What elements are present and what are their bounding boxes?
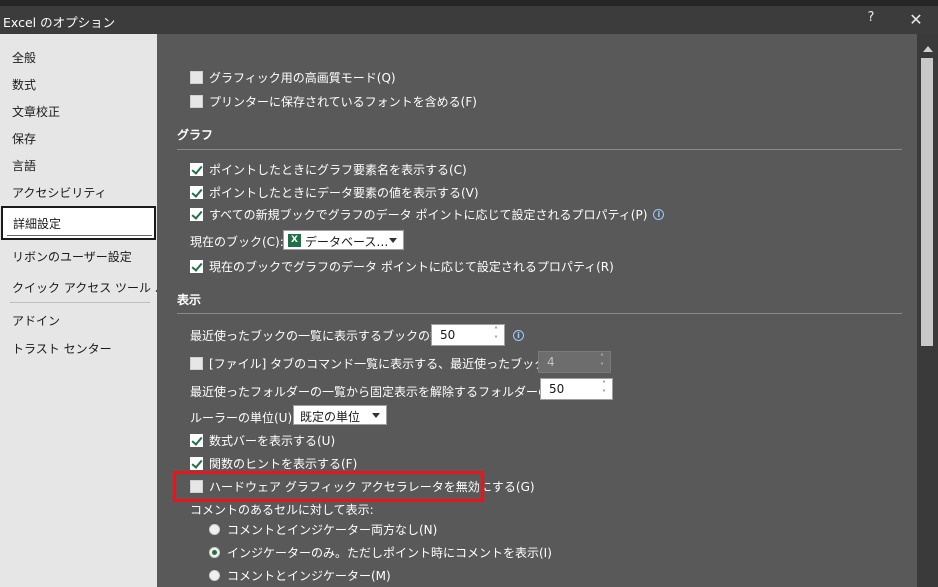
current-book-dropdown[interactable]: X データベース… [283, 230, 404, 250]
checkbox[interactable] [190, 208, 203, 221]
radio-comments-and-indicators[interactable]: コメントとインジケーター(M) [209, 567, 391, 584]
option-label: ポイントしたときにグラフ要素名を表示する(C) [209, 163, 467, 177]
option-all-new-books-props[interactable]: すべての新規ブックでグラフのデータ ポイントに応じて設定されるプロパティ(P) … [190, 206, 665, 223]
radio-no-comments[interactable]: コメントとインジケーター両方なし(N) [209, 521, 437, 538]
sidebar-item-advanced[interactable]: 詳細設定 [1, 206, 156, 240]
option-label: 関数のヒントを表示する(F) [209, 457, 358, 471]
option-formula-bar[interactable]: 数式バーを表示する(U) [190, 432, 335, 449]
info-icon[interactable]: i [513, 330, 524, 341]
radio-indicator-only[interactable]: インジケーターのみ。ただしポイント時にコメントを表示(I) [209, 544, 552, 561]
dropdown-value: データベース… [305, 235, 389, 249]
sidebar-divider [10, 302, 150, 303]
spinner-value: 50 [549, 382, 565, 396]
highlight-annotation-box [173, 471, 484, 502]
option-label: プリンターに保存されているフォントを含める(F) [209, 95, 477, 109]
sidebar-item-proofing[interactable]: 文章校正 [12, 103, 60, 120]
title-bar: Excel のオプション ? ✕ [0, 6, 938, 34]
spinner-arrows-icon: ˄ ˅ [600, 353, 604, 371]
section-heading-display: 表示 [177, 293, 202, 307]
spinner-value: 4 [547, 355, 555, 369]
options-content: グラフィック用の高画質モード(Q) プリンターに保存されているフォントを含める(… [157, 34, 917, 587]
sidebar-item-language[interactable]: 言語 [12, 157, 36, 174]
radio-button[interactable] [209, 524, 220, 535]
scroll-thumb[interactable] [921, 58, 933, 346]
option-label: [ファイル] タブのコマンド一覧に表示する、最近使ったブックの数(Q): [209, 357, 594, 371]
option-label: ポイントしたときにデータ要素の値を表示する(V) [209, 186, 479, 200]
checkbox[interactable] [190, 260, 203, 273]
option-printer-fonts[interactable]: プリンターに保存されているフォントを含める(F) [190, 93, 477, 110]
quick-access-spinner: 4 ˄ ˅ [538, 351, 611, 373]
option-hover-element-name[interactable]: ポイントしたときにグラフ要素名を表示する(C) [190, 161, 467, 178]
help-button[interactable]: ? [861, 10, 881, 30]
option-label: インジケーターのみ。ただしポイント時にコメントを表示(I) [227, 546, 552, 560]
sidebar-item-formulas[interactable]: 数式 [12, 76, 36, 93]
sidebar-item-quick-access[interactable]: クイック アクセス ツール バー [12, 279, 179, 296]
spinner-arrows-icon[interactable]: ˄ ˅ [492, 326, 500, 344]
sidebar-item-addins[interactable]: アドイン [12, 312, 60, 329]
checkbox[interactable] [190, 434, 203, 447]
ruler-units-dropdown[interactable]: 既定の単位 [293, 405, 387, 425]
sidebar-item-save[interactable]: 保存 [12, 130, 36, 147]
option-hover-data-value[interactable]: ポイントしたときにデータ要素の値を表示する(V) [190, 184, 479, 201]
option-label: コメントとインジケーター(M) [227, 569, 391, 583]
window-title: Excel のオプション [3, 15, 116, 30]
sidebar-nav: 全般 数式 文章校正 保存 言語 アクセシビリティ 詳細設定 リボンのユーザー設… [0, 34, 179, 587]
recent-books-label: 最近使ったブックの一覧に表示するブックの数(R): [190, 329, 464, 343]
recent-folders-spinner[interactable]: 50 ˄ ˅ [540, 378, 613, 400]
option-label: 現在のブックでグラフのデータ ポイントに応じて設定されるプロパティ(R) [209, 260, 614, 274]
option-function-tips[interactable]: 関数のヒントを表示する(F) [190, 455, 357, 472]
radio-button[interactable] [209, 547, 220, 558]
option-label: 数式バーを表示する(U) [209, 434, 336, 448]
close-button[interactable]: ✕ [905, 10, 927, 30]
ruler-units-label: ルーラーの単位(U) [190, 411, 293, 425]
recent-folders-label: 最近使ったフォルダーの一覧から固定表示を解除するフォルダーの数(F): [190, 385, 583, 399]
section-divider [177, 313, 902, 314]
sidebar-item-advanced-label: 詳細設定 [13, 217, 62, 231]
checkbox[interactable] [190, 457, 203, 470]
sidebar-item-accessibility[interactable]: アクセシビリティ [12, 184, 107, 201]
sidebar-item-trust-center[interactable]: トラスト センター [12, 340, 112, 357]
chevron-down-icon [372, 413, 380, 418]
section-divider [177, 149, 902, 150]
section-heading-chart: グラフ [177, 128, 214, 142]
checkbox[interactable] [190, 71, 203, 84]
checkbox[interactable] [190, 357, 203, 370]
radio-button[interactable] [209, 570, 220, 581]
sidebar-item-general[interactable]: 全般 [12, 49, 36, 66]
comments-display-label: コメントのあるセルに対して表示: [190, 503, 374, 517]
option-label: コメントとインジケーター両方なし(N) [227, 523, 438, 537]
excel-icon: X [288, 234, 301, 247]
vertical-scrollbar[interactable] [917, 34, 938, 587]
option-quick-access-recent[interactable]: [ファイル] タブのコマンド一覧に表示する、最近使ったブックの数(Q): [190, 355, 593, 372]
option-label: グラフィック用の高画質モード(Q) [209, 71, 396, 85]
spinner-value: 50 [440, 328, 456, 342]
checkbox[interactable] [190, 95, 203, 108]
option-label: すべての新規ブックでグラフのデータ ポイントに応じて設定されるプロパティ(P) [209, 208, 648, 222]
chevron-down-icon [389, 238, 397, 243]
current-book-label: 現在のブック(C): [190, 235, 284, 249]
sidebar-item-ribbon[interactable]: リボンのユーザー設定 [12, 248, 132, 265]
scroll-up-arrow-icon[interactable] [923, 46, 933, 52]
info-icon[interactable]: i [653, 209, 665, 220]
option-high-quality-graphics[interactable]: グラフィック用の高画質モード(Q) [190, 69, 396, 86]
spinner-arrows-icon[interactable]: ˄ ˅ [600, 380, 608, 398]
recent-books-spinner[interactable]: 50 ˄ ˅ [431, 324, 505, 346]
dropdown-value: 既定の単位 [300, 410, 361, 424]
checkbox[interactable] [190, 186, 203, 199]
option-current-book-props[interactable]: 現在のブックでグラフのデータ ポイントに応じて設定されるプロパティ(R) [190, 258, 614, 275]
checkbox[interactable] [190, 163, 203, 176]
focus-underline [7, 235, 152, 236]
